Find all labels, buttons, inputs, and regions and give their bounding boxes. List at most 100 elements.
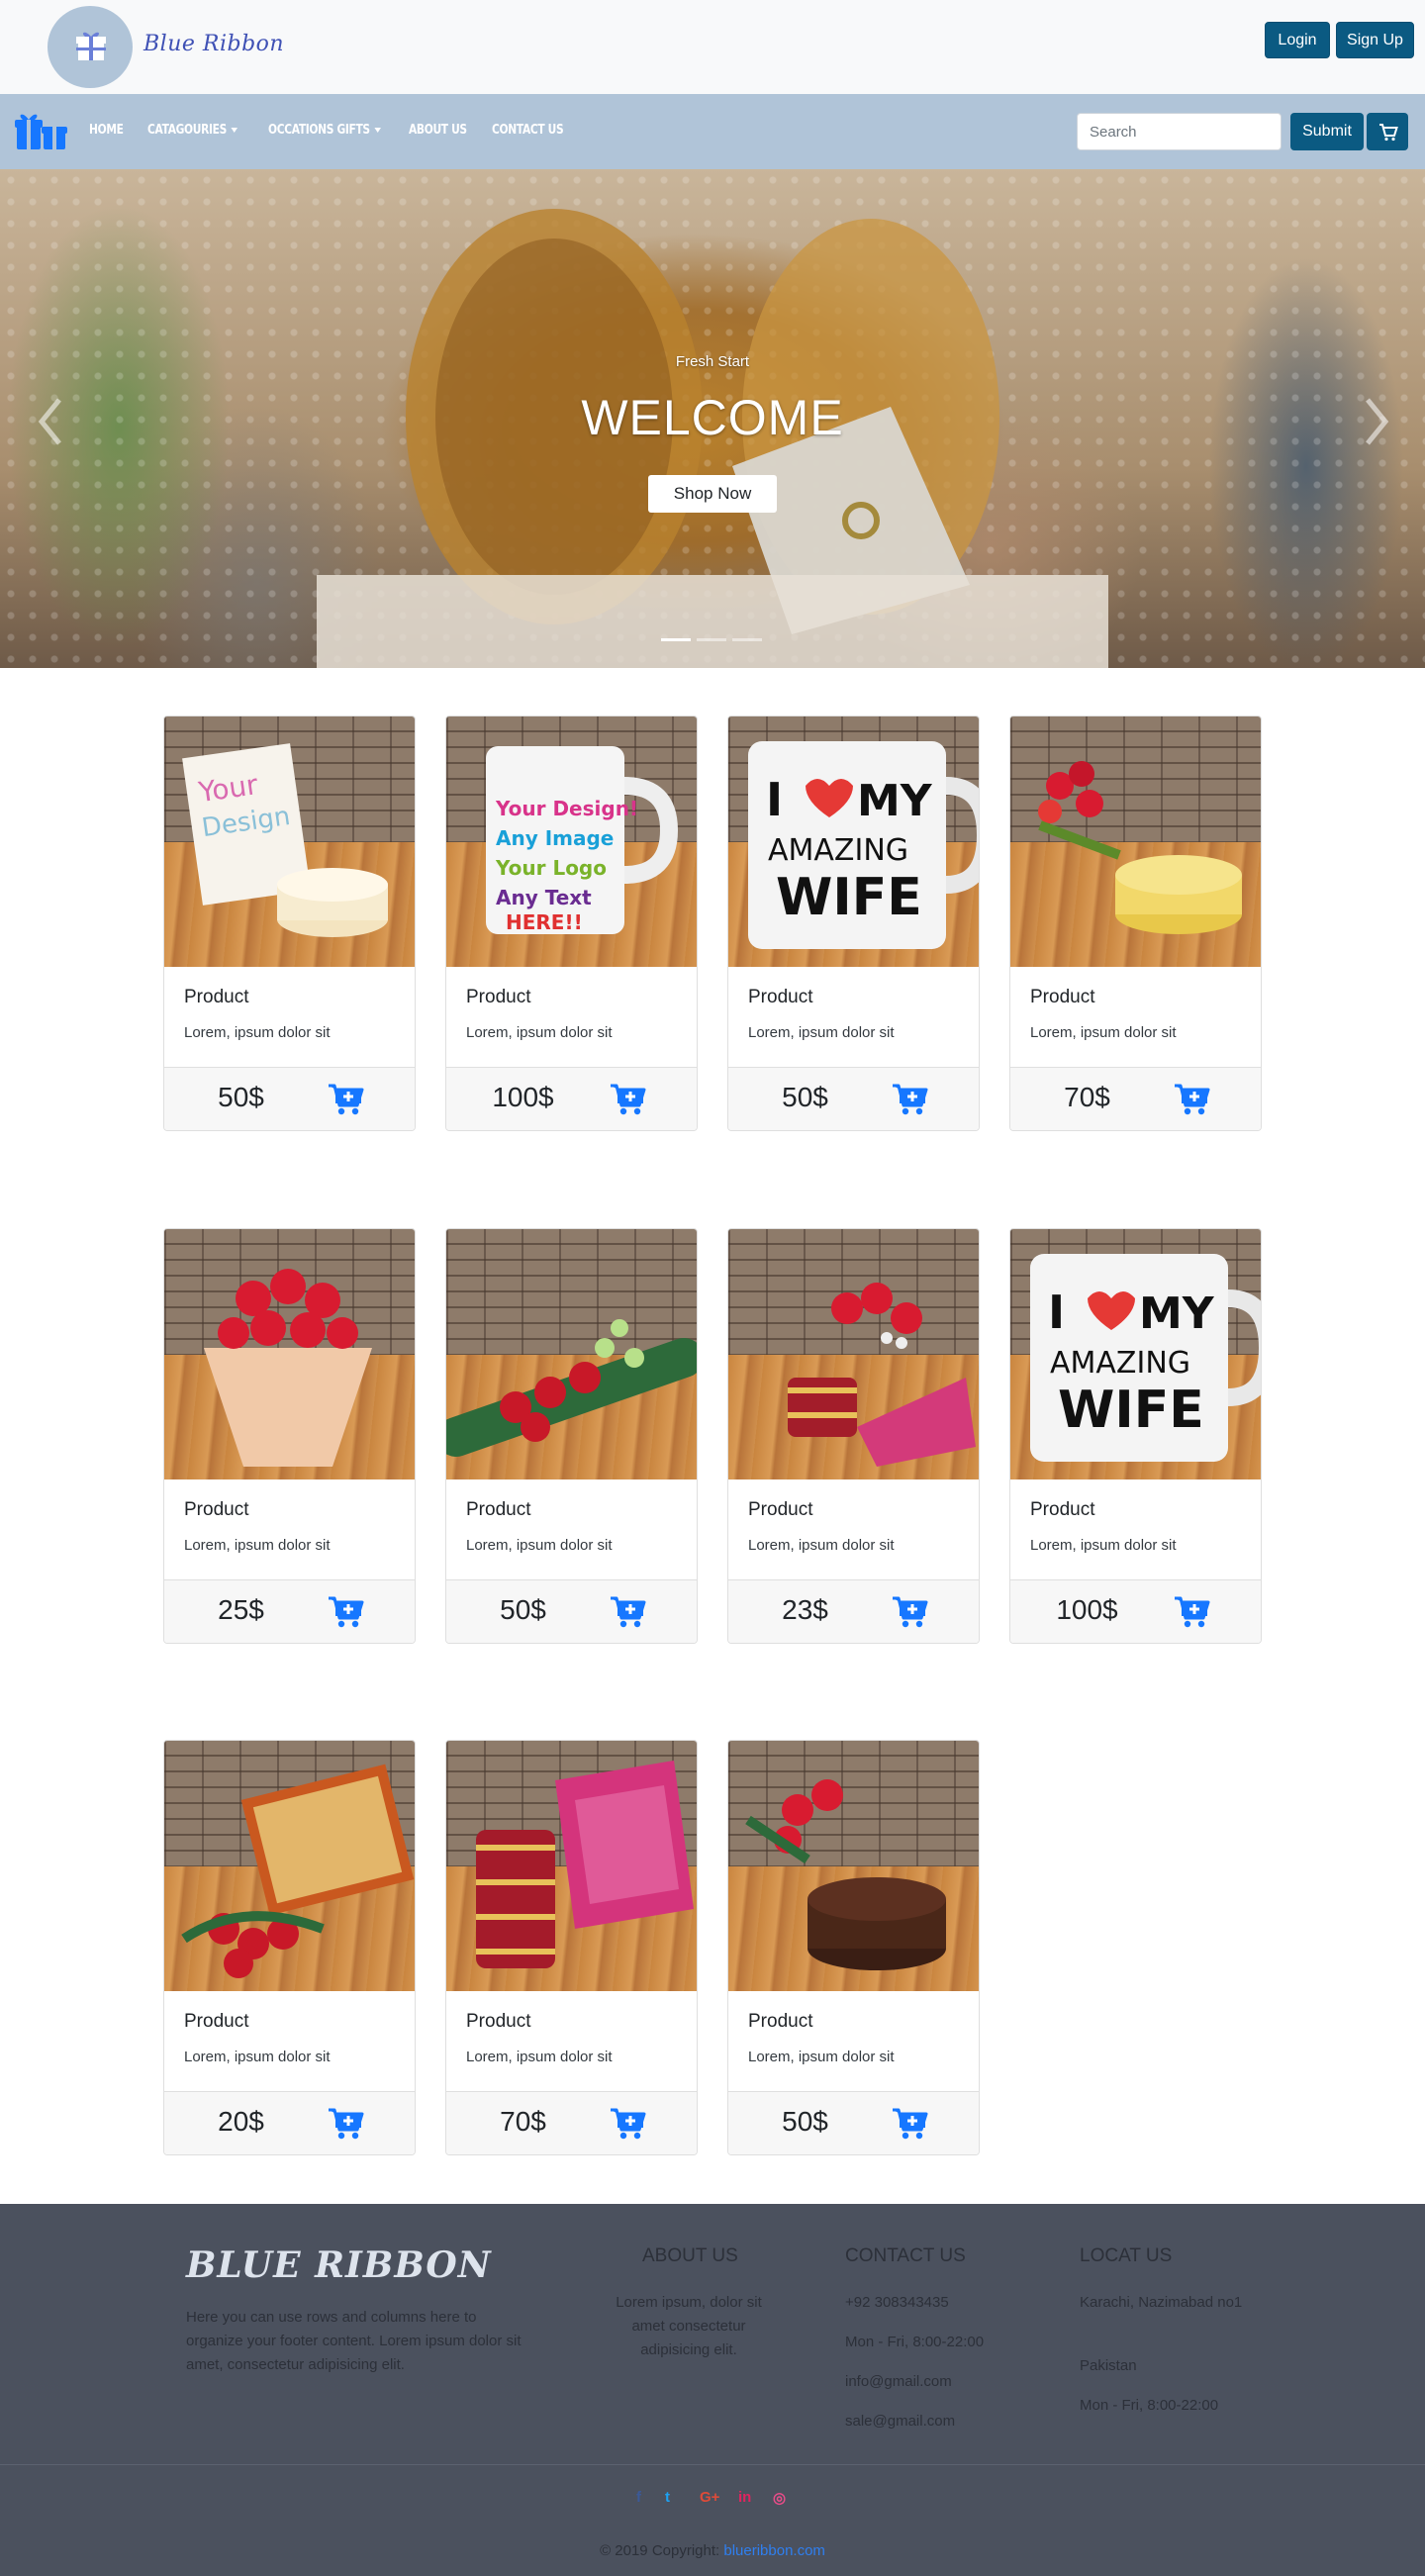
login-button[interactable]: Login bbox=[1265, 22, 1330, 58]
product-image[interactable] bbox=[728, 1741, 979, 1991]
product-title[interactable]: Product bbox=[1030, 1499, 1094, 1521]
svg-text:AMAZING: AMAZING bbox=[768, 833, 908, 868]
product-card[interactable]: Your Design! Any Image Your Logo Any Text HE… bbox=[445, 716, 698, 1131]
add-to-cart-icon[interactable] bbox=[327, 1082, 364, 1117]
add-to-cart-icon[interactable] bbox=[609, 1594, 646, 1630]
carousel-indicator-1[interactable] bbox=[661, 638, 691, 641]
product-price: 20$ bbox=[218, 2106, 264, 2137]
dribbble-icon[interactable]: ◎ bbox=[773, 2489, 786, 2507]
add-to-cart-icon[interactable] bbox=[891, 1594, 928, 1630]
product-title[interactable]: Product bbox=[1030, 987, 1094, 1008]
product-image[interactable]: I MY AMAZING WIFE bbox=[1010, 1229, 1261, 1479]
search-input[interactable] bbox=[1077, 113, 1282, 150]
product-title[interactable]: Product bbox=[748, 2011, 812, 2033]
facebook-icon[interactable]: f bbox=[636, 2489, 641, 2506]
add-to-cart-icon[interactable] bbox=[609, 1082, 646, 1117]
search-submit-button[interactable]: Submit bbox=[1290, 113, 1364, 150]
product-image[interactable] bbox=[164, 1229, 415, 1479]
svg-text:MY: MY bbox=[857, 776, 933, 826]
product-card[interactable]: Product Lorem, ipsum dolor sit 70$ bbox=[1009, 716, 1262, 1131]
product-card-footer: 25$ bbox=[164, 1579, 415, 1643]
product-card[interactable]: Product Lorem, ipsum dolor sit 70$ bbox=[445, 1740, 698, 2155]
product-card[interactable]: Product Lorem, ipsum dolor sit 50$ bbox=[445, 1228, 698, 1644]
product-card[interactable]: I MY AMAZING WIFE Product Lorem, ipsum dolor … bbox=[1009, 1228, 1262, 1644]
linkedin-icon[interactable]: in bbox=[738, 2489, 751, 2506]
footer-contact-email-info[interactable]: info@gmail.com bbox=[845, 2370, 952, 2394]
gift-nav-icon[interactable] bbox=[14, 108, 67, 151]
product-card-body: Product Lorem, ipsum dolor sit bbox=[164, 1479, 415, 1579]
product-price: 23$ bbox=[782, 1594, 828, 1625]
product-image[interactable]: I MY AMAZING WIFE bbox=[728, 716, 979, 967]
svg-text:Any Text: Any Text bbox=[496, 886, 592, 909]
nav-about-us[interactable]: About Us bbox=[409, 123, 467, 138]
add-to-cart-icon[interactable] bbox=[1173, 1082, 1210, 1117]
product-description: Lorem, ipsum dolor sit bbox=[748, 2049, 895, 2065]
product-title[interactable]: Product bbox=[748, 1499, 812, 1521]
add-to-cart-icon[interactable] bbox=[327, 2106, 364, 2142]
svg-text:I: I bbox=[766, 773, 783, 826]
product-card[interactable]: Product Lorem, ipsum dolor sit 20$ bbox=[163, 1740, 416, 2155]
product-card-body: Product Lorem, ipsum dolor sit bbox=[728, 1991, 979, 2091]
footer-locate-address: Karachi, Nazimabad no1 bbox=[1080, 2294, 1243, 2311]
product-title[interactable]: Product bbox=[184, 1499, 248, 1521]
google-plus-icon[interactable]: G+ bbox=[700, 2489, 719, 2506]
product-description: Lorem, ipsum dolor sit bbox=[1030, 1537, 1177, 1554]
product-card[interactable]: Product Lorem, ipsum dolor sit 25$ bbox=[163, 1228, 416, 1644]
shop-now-button[interactable]: Shop Now bbox=[648, 475, 777, 513]
footer-contact-phone[interactable]: +92 308343435 bbox=[845, 2291, 949, 2315]
product-image[interactable]: Your Design! Any Image Your Logo Any Text HE… bbox=[446, 716, 697, 967]
product-price: 70$ bbox=[1064, 1082, 1110, 1112]
caret-down-icon bbox=[231, 128, 238, 133]
product-card-footer: 70$ bbox=[1010, 1067, 1261, 1130]
svg-text:Any Image: Any Image bbox=[496, 826, 614, 850]
nav-occations-gifts[interactable]: Occations Gifts bbox=[268, 123, 382, 138]
product-image[interactable]: Your Design bbox=[164, 716, 415, 967]
product-image[interactable] bbox=[446, 1229, 697, 1479]
product-card[interactable]: Product Lorem, ipsum dolor sit 50$ bbox=[727, 1740, 980, 2155]
footer-locate-heading: LOCAT US bbox=[1080, 2245, 1173, 2266]
footer-contact-email-sale[interactable]: sale@gmail.com bbox=[845, 2410, 955, 2433]
hero-carousel: Fresh Start WELCOME Shop Now bbox=[0, 169, 1425, 668]
product-title[interactable]: Product bbox=[466, 1499, 530, 1521]
svg-text:WIFE: WIFE bbox=[776, 868, 922, 927]
product-description: Lorem, ipsum dolor sit bbox=[184, 1537, 331, 1554]
product-title[interactable]: Product bbox=[466, 987, 530, 1008]
signup-button[interactable]: Sign Up bbox=[1336, 22, 1414, 58]
add-to-cart-icon[interactable] bbox=[327, 1594, 364, 1630]
add-to-cart-icon[interactable] bbox=[891, 2106, 928, 2142]
add-to-cart-icon[interactable] bbox=[891, 1082, 928, 1117]
add-to-cart-icon[interactable] bbox=[609, 2106, 646, 2142]
product-image[interactable] bbox=[446, 1741, 697, 1991]
twitter-icon[interactable]: t bbox=[665, 2489, 670, 2506]
product-title[interactable]: Product bbox=[748, 987, 812, 1008]
cart-button[interactable] bbox=[1367, 113, 1408, 150]
brand-name[interactable]: Blue Ribbon bbox=[143, 32, 284, 56]
product-card[interactable]: Your Design Product Lorem, ipsum dolor sit 5… bbox=[163, 716, 416, 1131]
copyright-link[interactable]: blueribbon.com bbox=[723, 2542, 825, 2559]
product-card-body: Product Lorem, ipsum dolor sit bbox=[728, 967, 979, 1067]
svg-text:HERE!!: HERE!! bbox=[506, 910, 583, 934]
product-price: 50$ bbox=[782, 2106, 828, 2137]
nav-contact-us[interactable]: Contact Us bbox=[492, 123, 564, 138]
product-card[interactable]: I MY AMAZING WIFE Product Lorem, ipsum dolor … bbox=[727, 716, 980, 1131]
product-title[interactable]: Product bbox=[184, 987, 248, 1008]
carousel-indicator-2[interactable] bbox=[697, 638, 726, 641]
caret-down-icon bbox=[374, 128, 382, 133]
add-to-cart-icon[interactable] bbox=[1173, 1594, 1210, 1630]
svg-text:I: I bbox=[1048, 1286, 1065, 1339]
nav-catagouries[interactable]: Catagouries bbox=[147, 123, 238, 138]
product-title[interactable]: Product bbox=[184, 2011, 248, 2033]
product-image[interactable] bbox=[164, 1741, 415, 1991]
product-card[interactable]: Product Lorem, ipsum dolor sit 23$ bbox=[727, 1228, 980, 1644]
product-price: 100$ bbox=[492, 1082, 554, 1112]
product-card-footer: 70$ bbox=[446, 2091, 697, 2154]
product-image[interactable] bbox=[728, 1229, 979, 1479]
nav-home[interactable]: Home bbox=[89, 123, 124, 138]
hero-tagline: Fresh Start bbox=[675, 353, 750, 370]
product-card-footer: 50$ bbox=[164, 1067, 415, 1130]
gift-logo-icon bbox=[76, 32, 106, 60]
product-image[interactable] bbox=[1010, 716, 1261, 967]
product-price: 50$ bbox=[218, 1082, 264, 1112]
product-title[interactable]: Product bbox=[466, 2011, 530, 2033]
carousel-indicator-3[interactable] bbox=[732, 638, 762, 641]
